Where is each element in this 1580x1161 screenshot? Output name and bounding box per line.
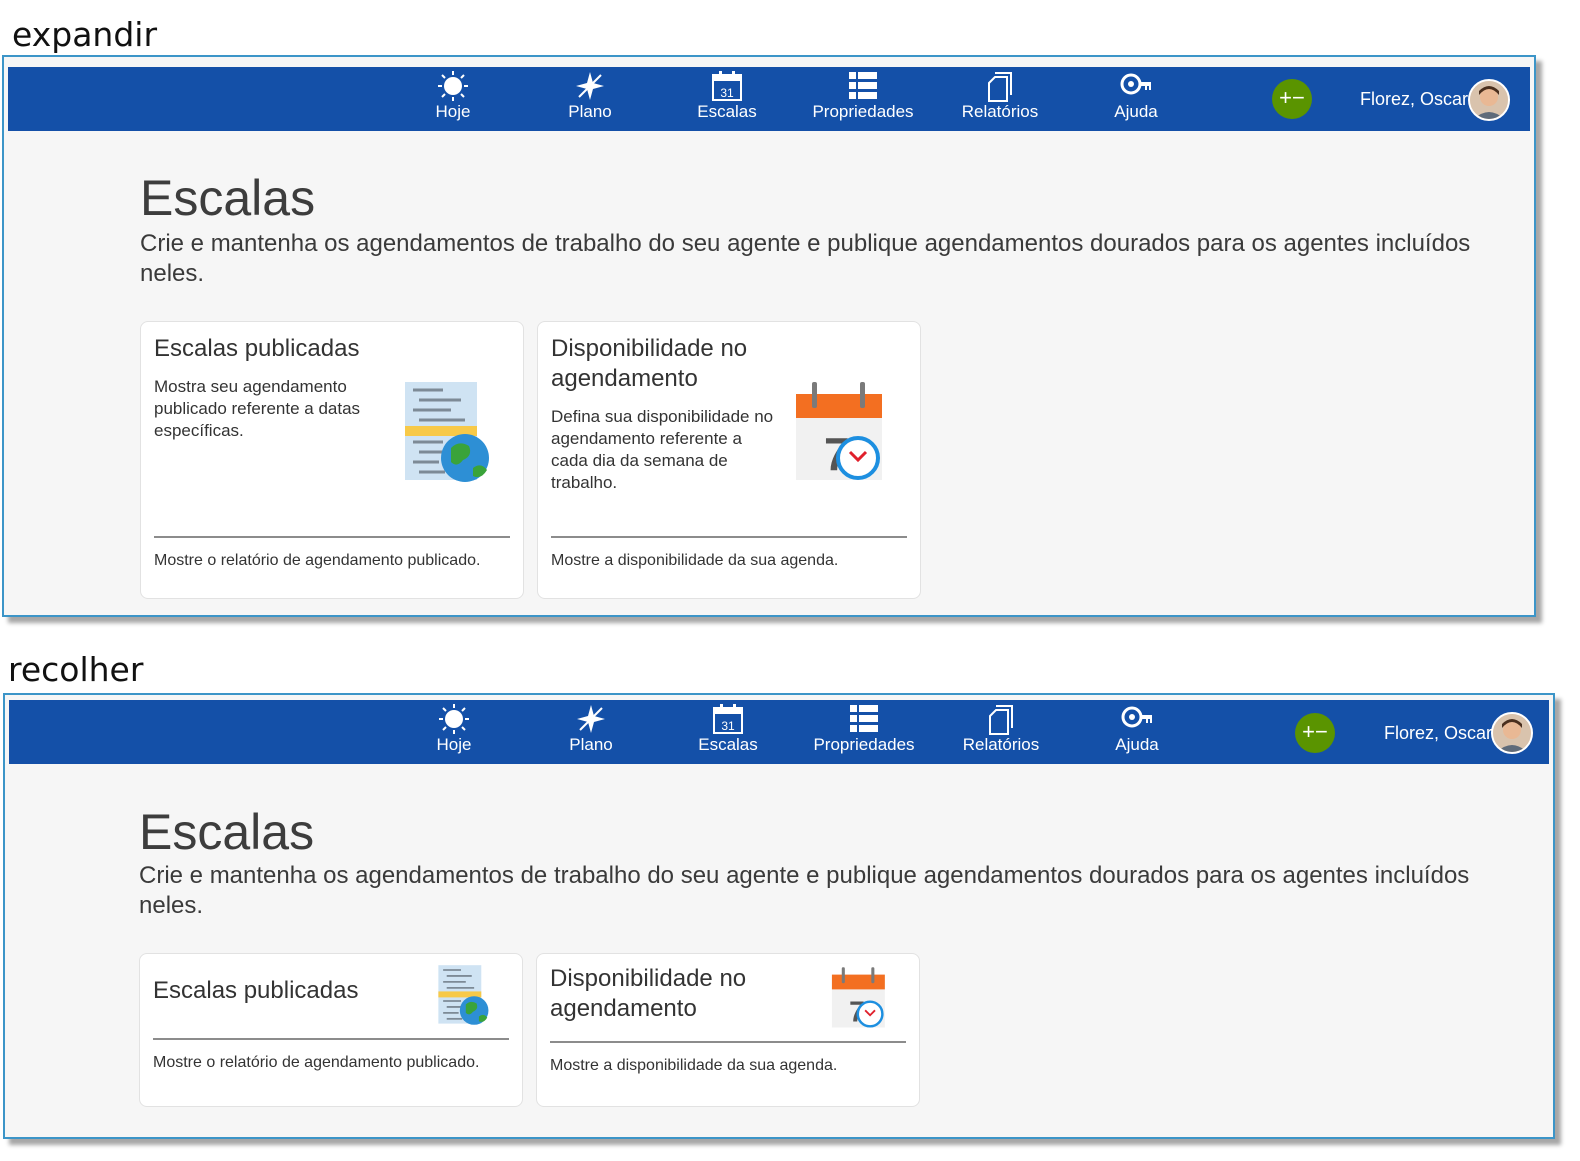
compass-icon — [535, 69, 645, 103]
published-schedule-globe-icon — [436, 964, 492, 1031]
nav-plano[interactable]: Plano — [536, 702, 646, 755]
card-link[interactable]: Mostre a disponibilidade da sua agenda. — [551, 552, 838, 570]
user-name[interactable]: Florez, Oscar — [1384, 723, 1492, 744]
card-separator — [153, 1038, 509, 1040]
card-description: Mostra seu agendamento publicado referen… — [154, 377, 361, 440]
list-icon — [809, 702, 919, 736]
user-name[interactable]: Florez, Oscar — [1360, 89, 1468, 110]
calendar-icon: 31 — [673, 702, 783, 736]
card-disponibilidade[interactable]: Disponibilidade no agendamento Defina su… — [537, 321, 921, 599]
nav-label: Ajuda — [1114, 102, 1158, 121]
card-link[interactable]: Mostre o relatório de agendamento public… — [154, 552, 480, 570]
card-link[interactable]: Mostre a disponibilidade da sua agenda. — [550, 1057, 837, 1075]
card-separator — [550, 1041, 906, 1043]
compass-icon — [536, 702, 646, 736]
nav-label: Escalas — [697, 102, 757, 121]
card-separator — [551, 536, 907, 538]
nav-relatorios[interactable]: Relatórios — [946, 702, 1056, 755]
nav-label: Propriedades — [813, 735, 915, 754]
help-key-icon — [1081, 69, 1191, 103]
nav-ajuda[interactable]: Ajuda — [1081, 69, 1191, 122]
documents-icon — [946, 702, 1056, 736]
top-navbar: Hoje Plano 31 Escalas Propriedades Relat… — [9, 700, 1549, 764]
card-escalas-publicadas[interactable]: Escalas publicadas Mostra seu agendament… — [140, 321, 524, 599]
nav-propriedades[interactable]: Propriedades — [809, 702, 919, 755]
nav-escalas[interactable]: 31 Escalas — [672, 69, 782, 122]
expand-label: expandir — [12, 15, 158, 54]
nav-label: Plano — [569, 735, 613, 754]
sun-icon — [398, 69, 508, 103]
card-separator — [154, 536, 510, 538]
avatar[interactable] — [1491, 712, 1533, 754]
page-description: Crie e mantenha os agendamentos de traba… — [139, 862, 1470, 919]
nav-propriedades[interactable]: Propriedades — [808, 69, 918, 122]
card-link[interactable]: Mostre o relatório de agendamento public… — [153, 1054, 479, 1072]
documents-icon — [945, 69, 1055, 103]
calendar-clock-icon: 7 — [792, 380, 888, 489]
card-title: Escalas publicadas — [153, 977, 359, 1004]
expanded-window: Hoje Plano 31 Escalas Propriedades Relat… — [2, 55, 1536, 617]
nav-label: Plano — [568, 102, 612, 121]
nav-escalas[interactable]: 31 Escalas — [673, 702, 783, 755]
card-disponibilidade[interactable]: Disponibilidade no agendamento 7 Mostre … — [536, 953, 920, 1107]
card-description: Defina sua disponibilidade no agendament… — [551, 407, 774, 492]
sun-icon — [399, 702, 509, 736]
card-escalas-publicadas[interactable]: Escalas publicadas Mostre o relatório de… — [139, 953, 523, 1107]
plus-minus-icon[interactable]: +− — [1272, 79, 1312, 119]
card-title: Escalas publicadas — [154, 335, 360, 362]
nav-label: Propriedades — [812, 102, 914, 121]
page-description: Crie e mantenha os agendamentos de traba… — [140, 230, 1471, 287]
collapsed-window: Hoje Plano 31 Escalas Propriedades Relat… — [3, 693, 1555, 1139]
calendar-icon: 31 — [672, 69, 782, 103]
nav-relatorios[interactable]: Relatórios — [945, 69, 1055, 122]
help-key-icon — [1082, 702, 1192, 736]
card-title: Disponibilidade no agendamento — [551, 335, 748, 392]
nav-label: Relatórios — [961, 102, 1039, 121]
nav-ajuda[interactable]: Ajuda — [1082, 702, 1192, 755]
page-title: Escalas — [139, 804, 315, 860]
top-navbar: Hoje Plano 31 Escalas Propriedades Relat… — [8, 67, 1530, 131]
plus-minus-icon[interactable]: +− — [1295, 713, 1335, 753]
page-title: Escalas — [140, 170, 316, 226]
nav-label: Relatórios — [962, 735, 1040, 754]
nav-label: Hoje — [435, 102, 471, 121]
svg-text:31: 31 — [721, 719, 735, 733]
nav-label: Escalas — [698, 735, 758, 754]
collapse-label: recolher — [8, 650, 144, 689]
card-title: Disponibilidade no agendamento — [550, 965, 747, 1022]
nav-plano[interactable]: Plano — [535, 69, 645, 122]
published-schedule-globe-icon — [403, 380, 493, 489]
nav-label: Ajuda — [1115, 735, 1159, 754]
avatar[interactable] — [1468, 79, 1510, 121]
nav-label: Hoje — [436, 735, 472, 754]
nav-hoje[interactable]: Hoje — [398, 69, 508, 122]
nav-hoje[interactable]: Hoje — [399, 702, 509, 755]
list-icon — [808, 69, 918, 103]
svg-text:31: 31 — [720, 86, 734, 100]
calendar-clock-icon: 7 — [829, 966, 889, 1035]
